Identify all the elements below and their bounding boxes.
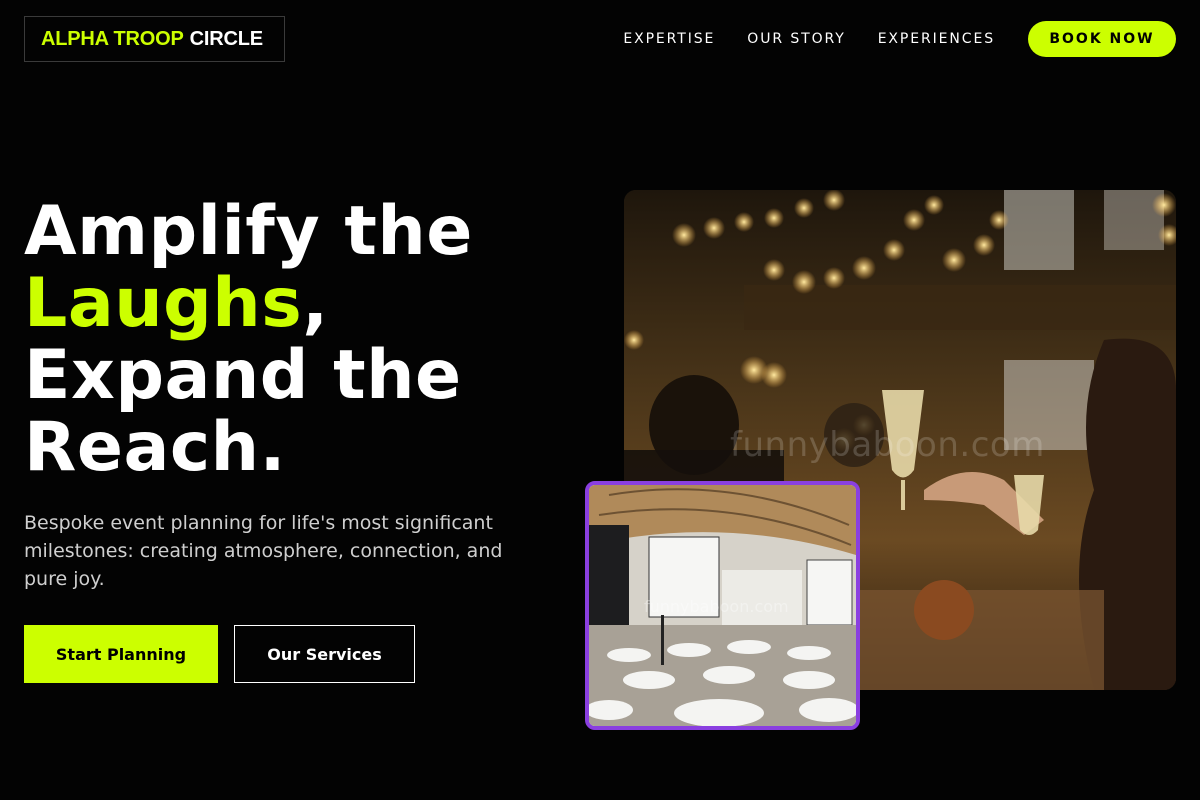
brand-logo[interactable]: ALPHA TROOP CIRCLE [24, 16, 285, 62]
nav-link-expertise[interactable]: EXPERTISE [623, 31, 715, 47]
main-nav: EXPERTISE OUR STORY EXPERIENCES BOOK NOW [623, 21, 1176, 57]
nav-link-experiences[interactable]: EXPERIENCES [878, 31, 995, 47]
page: ALPHA TROOP CIRCLE EXPERTISE OUR STORY E… [0, 0, 1200, 800]
headline-comma: , [302, 264, 329, 343]
inset-photo-watermark: funnybaboon.com [644, 597, 789, 616]
headline-highlight: Laughs [24, 264, 303, 343]
brand-rest-text: CIRCLE [189, 27, 263, 50]
book-now-button[interactable]: BOOK NOW [1028, 21, 1176, 57]
our-services-button[interactable]: Our Services [234, 625, 415, 683]
brand-accent-text: ALPHA TROOP [41, 27, 184, 50]
main-photo-watermark: funnybaboon.com [730, 425, 1045, 465]
nav-link-our-story[interactable]: OUR STORY [747, 31, 845, 47]
start-planning-button[interactable]: Start Planning [24, 625, 218, 683]
headline-line-3: Expand the [24, 336, 462, 415]
banquet-hall-photo: funnybaboon.com [585, 481, 860, 730]
headline-line-4: Reach. [24, 408, 286, 487]
hero-subtitle: Bespoke event planning for life's most s… [24, 512, 503, 590]
headline-line-1: Amplify the [24, 192, 473, 271]
hero-headline: Amplify the Laughs, Expand the Reach. [24, 196, 584, 484]
